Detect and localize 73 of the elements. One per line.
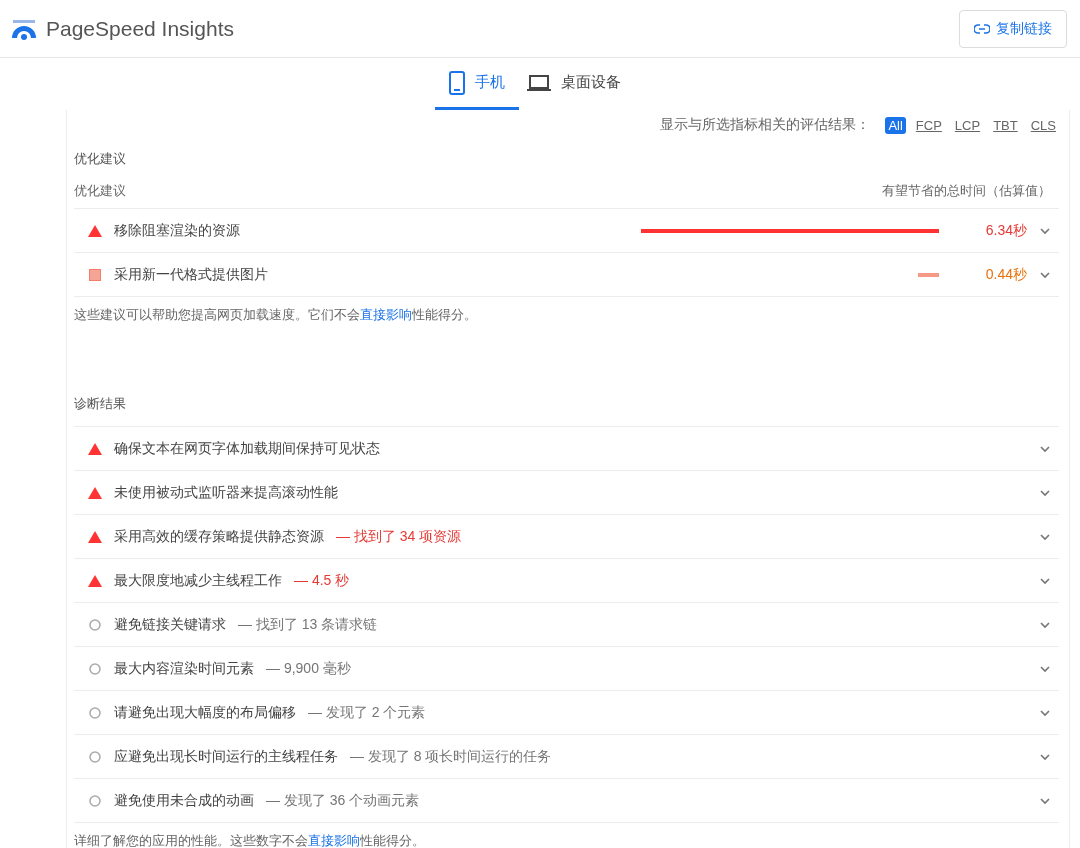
circle-icon: [89, 662, 101, 675]
copy-link-button[interactable]: 复制链接: [959, 9, 1067, 48]
audit-detail: — 发现了 8 项长时间运行的任务: [350, 747, 552, 766]
audit-title: 最大限度地减少主线程工作: [114, 571, 282, 590]
square-icon: [89, 268, 101, 281]
audit-detail: — 9,900 毫秒: [266, 659, 351, 678]
warning-triangle-icon: [88, 224, 102, 237]
audit-detail: — 4.5 秒: [294, 571, 350, 590]
chevron-down-icon[interactable]: [1039, 664, 1051, 673]
audit-row[interactable]: 移除阻塞渲染的资源 6.34秒: [74, 209, 1059, 253]
audit-row[interactable]: 避免使用未合成的动画 — 发现了 36 个动画元素: [74, 779, 1059, 823]
audit-row[interactable]: 最大限度地减少主线程工作 — 4.5 秒: [74, 559, 1059, 603]
audit-detail: — 找到了 13 条请求链: [238, 615, 378, 634]
audit-title: 请避免出现大幅度的布局偏移: [114, 703, 296, 722]
chevron-down-icon[interactable]: [1039, 796, 1051, 805]
app-title: PageSpeed Insights: [46, 16, 234, 41]
chevron-down-icon[interactable]: [1039, 488, 1051, 497]
audit-row[interactable]: 应避免出现长时间运行的主线程任务 — 发现了 8 项长时间运行的任务: [74, 735, 1059, 779]
footnote: 详细了解您的应用的性能。这些数字不会直接影响性能得分。: [74, 833, 426, 848]
audit-title: 避免使用未合成的动画: [114, 791, 254, 810]
audit-detail: — 发现了 2 个元素: [308, 703, 426, 722]
section-title: 诊断结果: [74, 392, 1059, 427]
audit-row[interactable]: 避免链接关键请求 — 找到了 13 条请求链: [74, 603, 1059, 647]
chevron-down-icon[interactable]: [1039, 226, 1051, 235]
link-icon: [974, 23, 990, 34]
audit-row[interactable]: 采用高效的缓存策略提供静态资源 — 找到了 34 项资源: [74, 515, 1059, 559]
chevron-down-icon[interactable]: [1039, 444, 1051, 453]
savings-value: 0.44秒: [984, 265, 1027, 284]
metric-filter-chip[interactable]: All: [885, 116, 906, 134]
column-header: 优化建议: [74, 182, 126, 200]
audit-detail: — 找到了 34 项资源: [336, 527, 462, 546]
chevron-down-icon[interactable]: [1039, 576, 1051, 585]
metric-filter-chip[interactable]: LCP: [951, 116, 984, 134]
audit-row[interactable]: 未使用被动式监听器来提高滚动性能: [74, 471, 1059, 515]
warning-triangle-icon: [88, 530, 102, 543]
metric-filter-chip[interactable]: TBT: [990, 116, 1021, 134]
direct-impact-link[interactable]: 直接影响: [360, 308, 412, 322]
audit-row[interactable]: 确保文本在网页字体加载期间保持可见状态: [74, 427, 1059, 471]
chevron-down-icon[interactable]: [1039, 620, 1051, 629]
chevron-down-icon[interactable]: [1039, 270, 1051, 279]
audit-title: 避免链接关键请求: [114, 615, 226, 634]
filter-label: 显示与所选指标相关的评估结果：: [660, 116, 871, 134]
section-title: 优化建议: [74, 150, 127, 168]
direct-impact-link[interactable]: 直接影响: [308, 834, 360, 848]
circle-icon: [89, 618, 101, 631]
chevron-down-icon[interactable]: [1039, 532, 1051, 541]
audit-title: 移除阻塞渲染的资源: [114, 221, 240, 240]
audit-detail: — 发现了 36 个动画元素: [266, 791, 420, 810]
warning-triangle-icon: [88, 442, 102, 455]
laptop-icon: [527, 73, 551, 92]
audit-row[interactable]: 请避免出现大幅度的布局偏移 — 发现了 2 个元素: [74, 691, 1059, 735]
audit-title: 采用高效的缓存策略提供静态资源: [114, 527, 324, 546]
audit-row[interactable]: 采用新一代格式提供图片 0.44秒: [74, 253, 1059, 297]
audit-title: 最大内容渲染时间元素: [114, 659, 254, 678]
circle-icon: [89, 794, 101, 807]
chevron-down-icon[interactable]: [1039, 708, 1051, 717]
footnote: 这些建议可以帮助您提高网页加载速度。它们不会直接影响性能得分。: [74, 307, 478, 324]
phone-icon: [449, 70, 465, 95]
circle-icon: [89, 750, 101, 763]
audit-title: 未使用被动式监听器来提高滚动性能: [114, 483, 338, 502]
warning-triangle-icon: [88, 486, 102, 499]
metric-filter-chip[interactable]: FCP: [912, 116, 945, 134]
column-header: 有望节省的总时间（估算值）: [882, 182, 1051, 200]
audit-title: 应避免出现长时间运行的主线程任务: [114, 747, 338, 766]
circle-icon: [89, 706, 101, 719]
audit-title: 采用新一代格式提供图片: [114, 265, 268, 284]
tab[interactable]: 手机: [435, 58, 519, 110]
chevron-down-icon[interactable]: [1039, 752, 1051, 761]
audit-row[interactable]: 最大内容渲染时间元素 — 9,900 毫秒: [74, 647, 1059, 691]
savings-value: 6.34秒: [984, 221, 1027, 240]
warning-triangle-icon: [88, 574, 102, 587]
audit-title: 确保文本在网页字体加载期间保持可见状态: [114, 439, 380, 458]
metric-filter-chip[interactable]: CLS: [1027, 116, 1059, 134]
